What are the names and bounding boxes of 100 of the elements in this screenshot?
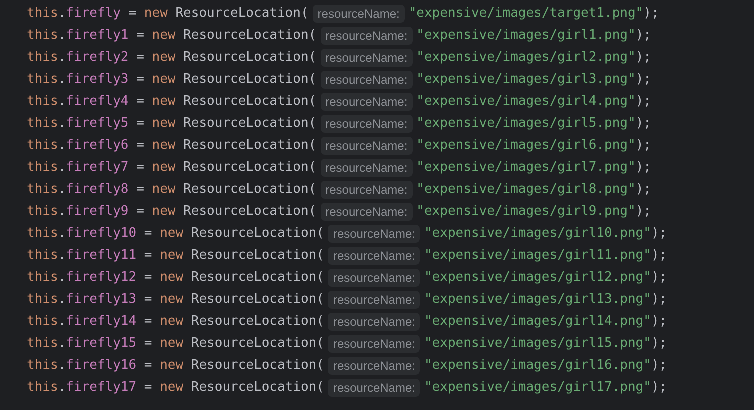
code-keyword: new (152, 93, 176, 111)
code-text: ResourceLocation( (182, 137, 317, 155)
parameter-hint: resourceName: (320, 115, 413, 133)
code-text: ResourceLocation( (182, 159, 317, 177)
code-text: . (58, 335, 66, 353)
code-text: ResourceLocation( (182, 27, 317, 45)
code-keyword: new (152, 181, 176, 199)
code-text: . (58, 269, 66, 287)
code-text: ResourceLocation( (190, 269, 324, 287)
field-name: firefly8 (66, 181, 129, 199)
field-name: firefly3 (66, 71, 129, 89)
code-keyword: this (27, 115, 58, 133)
parameter-hint: resourceName: (320, 159, 413, 177)
code-text: = (136, 181, 146, 199)
code-text: ResourceLocation( (190, 335, 324, 353)
code-text: ResourceLocation( (182, 115, 317, 133)
parameter-hint: resourceName: (320, 203, 413, 221)
code-text: = (143, 335, 154, 353)
code-keyword: this (27, 225, 58, 243)
code-keyword: this (27, 379, 58, 397)
field-name: firefly10 (66, 225, 137, 243)
string-literal: "expensive/images/girl8.png" (416, 181, 636, 199)
code-keyword: new (152, 27, 176, 45)
code-keyword: new (160, 335, 184, 353)
parameter-hint: resourceName: (328, 269, 420, 287)
parameter-hint: resourceName: (328, 335, 420, 353)
field-name: firefly14 (66, 313, 137, 331)
code-keyword: new (160, 225, 184, 243)
code-text: = (136, 93, 146, 111)
code-text: . (58, 357, 66, 375)
code-text: ResourceLocation( (174, 5, 309, 23)
code-keyword: new (152, 49, 176, 67)
code-text: . (58, 137, 66, 155)
code-text: = (136, 137, 146, 155)
code-keyword: new (152, 137, 176, 155)
code-keyword: new (160, 357, 184, 375)
field-name: firefly2 (66, 49, 129, 67)
string-literal: "expensive/images/girl4.png" (416, 93, 636, 111)
code-keyword: this (27, 27, 58, 45)
code-text: = (143, 225, 154, 243)
code-keyword: this (27, 5, 58, 23)
parameter-hint: resourceName: (320, 71, 413, 89)
string-literal: "expensive/images/girl17.png" (424, 379, 652, 397)
field-name: firefly13 (66, 291, 137, 309)
code-text: ); (651, 335, 668, 353)
string-literal: "expensive/images/girl10.png" (424, 225, 652, 243)
string-literal: "expensive/images/girl6.png" (416, 137, 636, 155)
parameter-hint: resourceName: (328, 379, 420, 397)
code-keyword: new (160, 379, 184, 397)
field-name: firefly17 (66, 379, 137, 397)
code-text: = (136, 27, 146, 45)
string-literal: "expensive/images/girl12.png" (424, 269, 652, 287)
code-text: ResourceLocation( (190, 247, 324, 265)
code-keyword: this (27, 93, 58, 111)
code-keyword: new (152, 115, 176, 133)
string-literal: "expensive/images/girl16.png" (424, 357, 652, 375)
code-text: . (58, 5, 66, 23)
code-keyword: new (160, 269, 184, 287)
code-keyword: this (27, 291, 58, 309)
string-literal: "expensive/images/girl13.png" (424, 291, 652, 309)
code-text: . (58, 71, 66, 89)
parameter-hint: resourceName: (320, 137, 413, 155)
code-text: ); (636, 27, 652, 45)
code-text: . (58, 49, 66, 67)
code-text: ); (651, 291, 668, 309)
field-name: firefly6 (66, 137, 129, 155)
code-text: . (58, 115, 66, 133)
code-text: ); (644, 5, 660, 23)
code-text: ResourceLocation( (182, 93, 317, 111)
code-text: . (58, 291, 66, 309)
code-keyword: this (27, 137, 58, 155)
parameter-hint: resourceName: (328, 247, 420, 265)
parameter-hint: resourceName: (328, 357, 420, 375)
code-text: = (136, 203, 146, 221)
code-text: = (128, 5, 138, 23)
code-text: . (58, 379, 66, 397)
code-text: ); (636, 49, 652, 67)
field-name: firefly1 (66, 27, 129, 45)
code-keyword: new (160, 247, 184, 265)
code-keyword: new (152, 203, 176, 221)
code-text: = (143, 379, 154, 397)
string-literal: "expensive/images/girl5.png" (416, 115, 636, 133)
code-text: ); (651, 379, 668, 397)
code-text: ResourceLocation( (182, 181, 317, 199)
code-text: ); (636, 159, 652, 177)
code-text: ); (636, 71, 652, 89)
field-name: firefly7 (66, 159, 129, 177)
code-keyword: this (27, 181, 58, 199)
code-text: ResourceLocation( (182, 203, 317, 221)
code-text: ); (636, 115, 652, 133)
code-text: . (58, 247, 66, 265)
code-keyword: new (144, 5, 168, 23)
code-keyword: this (27, 203, 58, 221)
code-text: = (136, 159, 146, 177)
code-text: . (58, 159, 66, 177)
field-name: firefly9 (66, 203, 129, 221)
code-text: ); (636, 93, 652, 111)
code-text: ); (636, 181, 652, 199)
string-literal: "expensive/images/girl11.png" (424, 247, 652, 265)
code-keyword: this (27, 335, 58, 353)
